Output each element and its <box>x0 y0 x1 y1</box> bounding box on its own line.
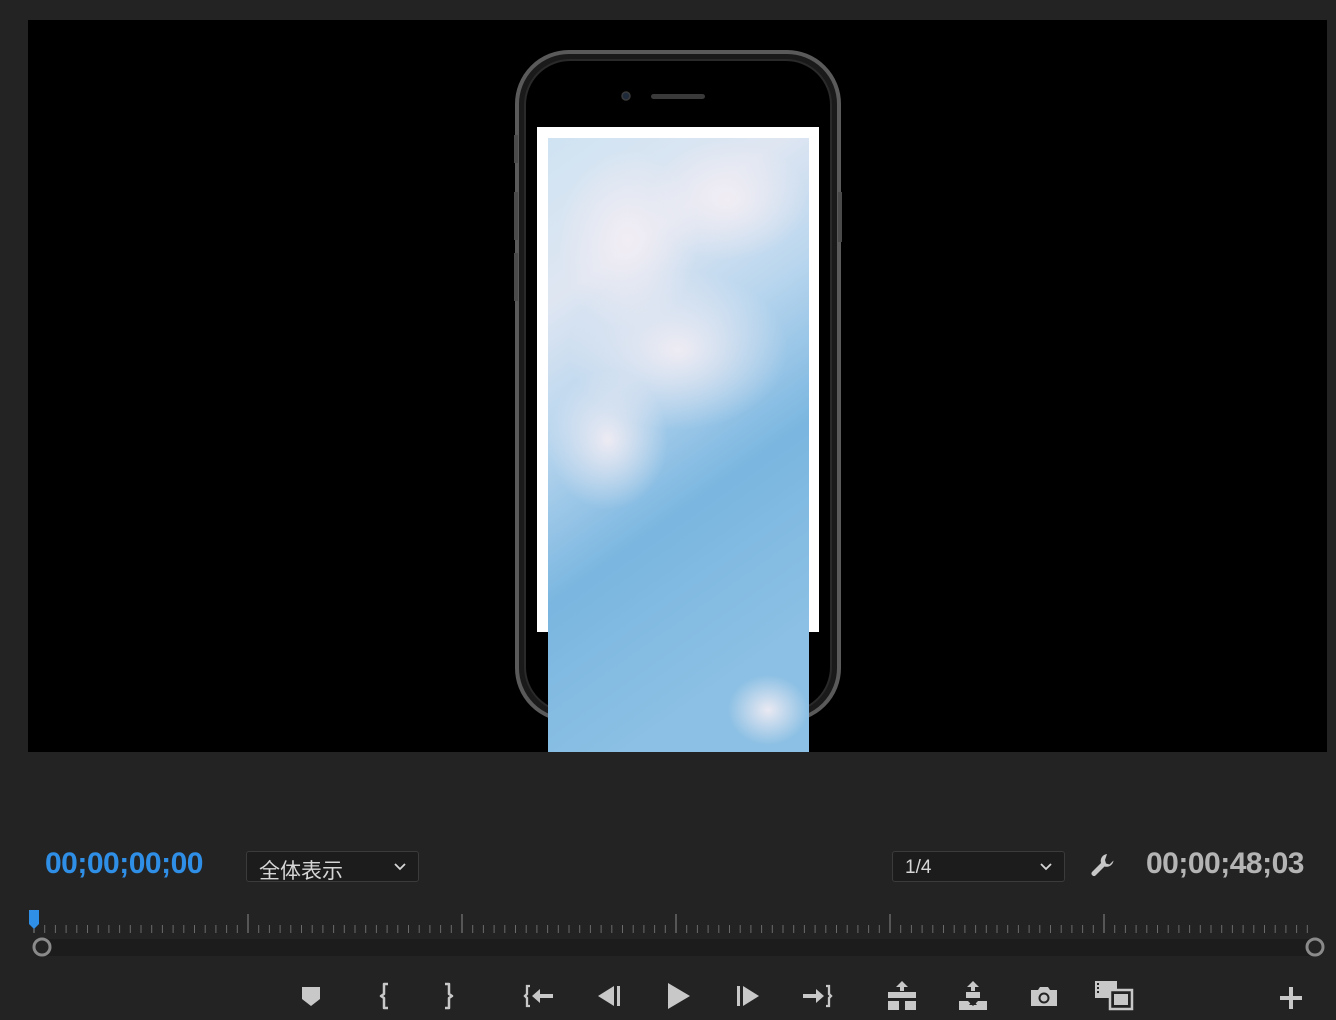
extract-button[interactable] <box>955 978 991 1014</box>
compare-view-icon <box>1095 981 1134 1011</box>
camera-icon <box>1031 987 1057 1006</box>
add-marker-button[interactable] <box>293 978 329 1014</box>
play-button[interactable] <box>660 978 696 1014</box>
chevron-down-icon <box>394 863 406 871</box>
program-monitor-preview[interactable] <box>28 20 1327 752</box>
go-to-in-icon <box>523 984 553 1008</box>
play-icon <box>668 983 690 1009</box>
go-to-out-button[interactable] <box>799 978 835 1014</box>
current-timecode[interactable]: 00;00;00;00 <box>45 847 203 881</box>
step-back-icon <box>598 986 620 1006</box>
compare-view-button[interactable] <box>1094 978 1134 1014</box>
scrollbar-left-handle[interactable] <box>32 937 52 957</box>
extract-icon <box>959 981 987 1010</box>
step-forward-button[interactable] <box>731 978 767 1014</box>
mark-out-icon <box>445 982 454 1010</box>
step-back-button[interactable] <box>590 978 626 1014</box>
duration-timecode: 00;00;48;03 <box>1146 847 1304 880</box>
export-frame-button[interactable] <box>1026 978 1062 1014</box>
mark-in-icon <box>379 982 388 1010</box>
ruler-ticks <box>33 914 1308 933</box>
scrollbar-right-handle[interactable] <box>1305 937 1325 957</box>
playhead[interactable] <box>29 910 39 929</box>
mark-in-button[interactable] <box>367 978 403 1014</box>
go-to-in-button[interactable] <box>521 978 557 1014</box>
button-editor-button[interactable] <box>1273 980 1309 1016</box>
mark-out-button[interactable] <box>430 978 466 1014</box>
lift-button[interactable] <box>884 978 920 1014</box>
wrench-icon <box>1091 854 1114 876</box>
time-ruler[interactable] <box>28 908 1328 938</box>
zoom-level-value: 全体表示 <box>259 860 343 883</box>
playback-resolution-dropdown[interactable]: 1/4 <box>892 851 1065 882</box>
video-frame-phone-mockup <box>514 50 842 752</box>
chevron-down-icon <box>1040 863 1052 871</box>
playback-resolution-value: 1/4 <box>905 857 932 878</box>
lift-icon <box>888 981 916 1010</box>
zoom-scrollbar[interactable] <box>28 936 1328 958</box>
plus-icon <box>1280 987 1302 1009</box>
zoom-level-dropdown[interactable]: 全体表示 <box>246 851 419 883</box>
marker-icon <box>302 987 320 1006</box>
go-to-out-icon <box>803 984 833 1008</box>
settings-button[interactable] <box>1088 850 1120 882</box>
step-forward-icon <box>737 986 759 1006</box>
